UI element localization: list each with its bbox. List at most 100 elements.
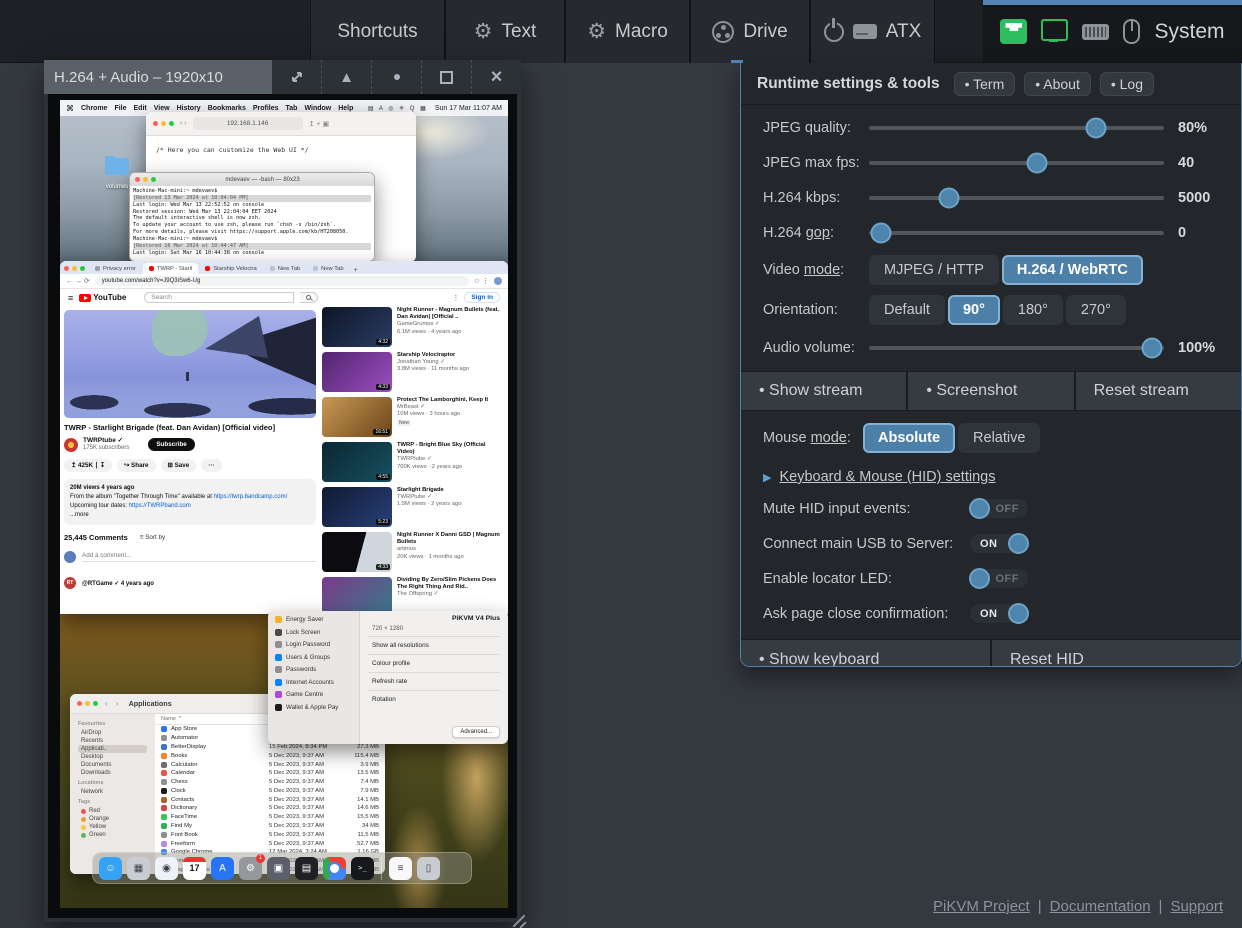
remote-screen[interactable]: ⌘ ChromeFileEditViewHistoryBookmarksProf… bbox=[60, 100, 508, 908]
settings-row: Show all resolutions bbox=[368, 636, 500, 654]
footer-link[interactable]: Support bbox=[1170, 898, 1223, 915]
related-video-channel: TWRPtube ✓ bbox=[397, 456, 504, 463]
mode-link[interactable]: mode bbox=[804, 262, 840, 278]
toggle-switch[interactable]: ON bbox=[969, 603, 1029, 624]
mouse-mode-option[interactable]: Relative bbox=[958, 423, 1040, 453]
toggle-switch[interactable]: OFF bbox=[969, 498, 1029, 519]
window-resize-handle[interactable] bbox=[511, 912, 529, 928]
window-controls bbox=[135, 177, 156, 182]
video-mode-option[interactable]: MJPEG / HTTP bbox=[869, 255, 999, 285]
footer-link[interactable]: PiKVM Project bbox=[933, 898, 1030, 915]
tab-favicon bbox=[270, 266, 275, 271]
slider-track[interactable] bbox=[869, 231, 1164, 235]
mouse-mode-option[interactable]: Absolute bbox=[863, 423, 955, 453]
toggle-knob bbox=[969, 568, 990, 589]
slider-thumb[interactable] bbox=[938, 187, 959, 208]
tag-color-dot bbox=[81, 809, 86, 814]
orientation-option[interactable]: 180° bbox=[1003, 295, 1063, 325]
nav-item-drive[interactable]: Drive bbox=[690, 0, 810, 63]
panel-chip-button[interactable]: • Log bbox=[1100, 72, 1154, 96]
orientation-option[interactable]: 90° bbox=[948, 295, 1000, 325]
related-video-channel: artimus bbox=[397, 546, 504, 553]
related-video-item: 4:33 Starship Velociraptor Jonathan Youn… bbox=[322, 352, 504, 392]
file-name: Clock bbox=[171, 788, 269, 794]
sort-by-label: Sort by bbox=[145, 534, 165, 541]
panel-chip-button[interactable]: • About bbox=[1024, 72, 1091, 96]
settings-device-title: PiKVM V4 Plus bbox=[368, 615, 500, 622]
nav-item-macro[interactable]: ⚙ Macro bbox=[565, 0, 690, 63]
slider-track[interactable] bbox=[869, 346, 1164, 350]
display-resolution: 720 × 1280 bbox=[372, 625, 500, 632]
desktop-folder-icon: volumes bbox=[100, 158, 134, 193]
hid-action-button[interactable]: Reset HID bbox=[992, 640, 1241, 667]
toggle-switch[interactable]: OFF bbox=[969, 568, 1029, 589]
nav-item-system[interactable]: System bbox=[983, 0, 1242, 63]
file-name: Chess bbox=[171, 779, 269, 785]
finder-row: Dictionary 5 Dec 2023, 9:37 AM 14.6 MB bbox=[155, 804, 385, 813]
orientation-option[interactable]: 270° bbox=[1066, 295, 1126, 325]
video-mode-option[interactable]: H.264 / WebRTC bbox=[1002, 255, 1143, 285]
file-date: 5 Dec 2023, 9:37 AM bbox=[269, 823, 343, 829]
video-thumbnail: 4:32 bbox=[322, 307, 392, 347]
chrome-profile-avatar bbox=[494, 277, 502, 285]
slider-thumb[interactable] bbox=[870, 222, 891, 243]
comments-count: 25,445 Comments bbox=[64, 533, 128, 542]
stream-action-button[interactable]: • Show stream bbox=[741, 372, 906, 410]
toggle-row: Ask page close confirmation: ON bbox=[741, 596, 1241, 631]
finder-sidebar-item: Applicati.. bbox=[78, 745, 147, 753]
slider-thumb[interactable] bbox=[1142, 337, 1163, 358]
nav-item-shortcuts[interactable]: Shortcuts bbox=[310, 0, 445, 63]
settings-sidebar-item: Wallet & Apple Pay bbox=[275, 704, 359, 711]
nav-macro-label: Macro bbox=[615, 21, 668, 43]
dock-badge: 1 bbox=[256, 854, 265, 863]
stream-action-button[interactable]: Reset stream bbox=[1076, 372, 1241, 410]
system-settings-window: Energy Saver Lock Screen Login Password bbox=[268, 611, 508, 744]
toggle-switch[interactable]: ON bbox=[969, 533, 1029, 554]
app-icon bbox=[161, 744, 167, 750]
triangle-up-icon[interactable]: ▲ bbox=[321, 60, 371, 94]
stream-action-button[interactable]: • Screenshot bbox=[908, 372, 1073, 410]
slider-track[interactable] bbox=[869, 126, 1164, 130]
finder-sidebar-item: AirDrop bbox=[78, 729, 147, 737]
settings-item-icon bbox=[275, 629, 282, 636]
dot-icon[interactable] bbox=[371, 60, 421, 94]
slider-thumb[interactable] bbox=[1027, 152, 1048, 173]
terminal-line: [Restored 13 Mar 2024 at 10:04:04 PM] bbox=[133, 195, 371, 202]
nav-item-text[interactable]: ⚙ Text bbox=[445, 0, 565, 63]
finder-row: Clock 5 Dec 2023, 9:37 AM 7.9 MB bbox=[155, 786, 385, 795]
youtube-page: ≡ YouTube Search ⋮ Sign in bbox=[60, 289, 508, 614]
menubar-item: Edit bbox=[134, 105, 147, 112]
file-size: 7.9 MB bbox=[343, 788, 379, 794]
file-name: App Store bbox=[171, 726, 269, 732]
settings-item-icon bbox=[275, 679, 282, 686]
related-video-title: TWRP - Bright Blue Sky (Official Video) bbox=[397, 442, 504, 456]
panel-chip-button[interactable]: • Term bbox=[954, 72, 1016, 96]
finder-sidebar-item: Recents bbox=[78, 737, 147, 745]
slider-track[interactable] bbox=[869, 161, 1164, 165]
slider-thumb[interactable] bbox=[1086, 117, 1107, 138]
related-video-channel: TWRPtube ✓ bbox=[397, 494, 461, 501]
expand-icon[interactable] bbox=[272, 60, 321, 94]
square-icon[interactable] bbox=[421, 60, 471, 94]
diagonal-arrows-icon bbox=[290, 70, 304, 84]
footer-link[interactable]: Documentation bbox=[1050, 898, 1151, 915]
settings-item-icon bbox=[275, 641, 282, 648]
hid-settings-link[interactable]: Keyboard & Mouse (HID) settings bbox=[779, 469, 995, 485]
stream-window-titlebar[interactable]: H.264 + Audio – 1920x10 ▲ × bbox=[44, 60, 521, 94]
slider-track[interactable] bbox=[869, 196, 1164, 200]
file-date: 5 Dec 2023, 9:37 AM bbox=[269, 770, 343, 776]
file-name: Books bbox=[171, 753, 269, 759]
related-video-title: Starship Velociraptor bbox=[397, 352, 469, 359]
footer-link-item: Documentation| bbox=[1050, 898, 1163, 915]
orientation-option[interactable]: Default bbox=[869, 295, 945, 325]
mode-link[interactable]: mode bbox=[811, 430, 847, 446]
dock-icon bbox=[323, 857, 346, 880]
hid-action-button[interactable]: • Show keyboard bbox=[741, 640, 990, 667]
nav-item-atx[interactable]: ATX bbox=[810, 0, 935, 63]
video-mode-row: Video mode: MJPEG / HTTPH.264 / WebRTC bbox=[741, 250, 1241, 290]
sign-in-button: Sign in bbox=[464, 292, 500, 303]
close-icon[interactable]: × bbox=[471, 60, 521, 94]
app-icon bbox=[161, 805, 167, 811]
finder-row: Font Book 5 Dec 2023, 9:37 AM 11.5 MB bbox=[155, 830, 385, 839]
video-duration: 5:23 bbox=[376, 519, 390, 525]
